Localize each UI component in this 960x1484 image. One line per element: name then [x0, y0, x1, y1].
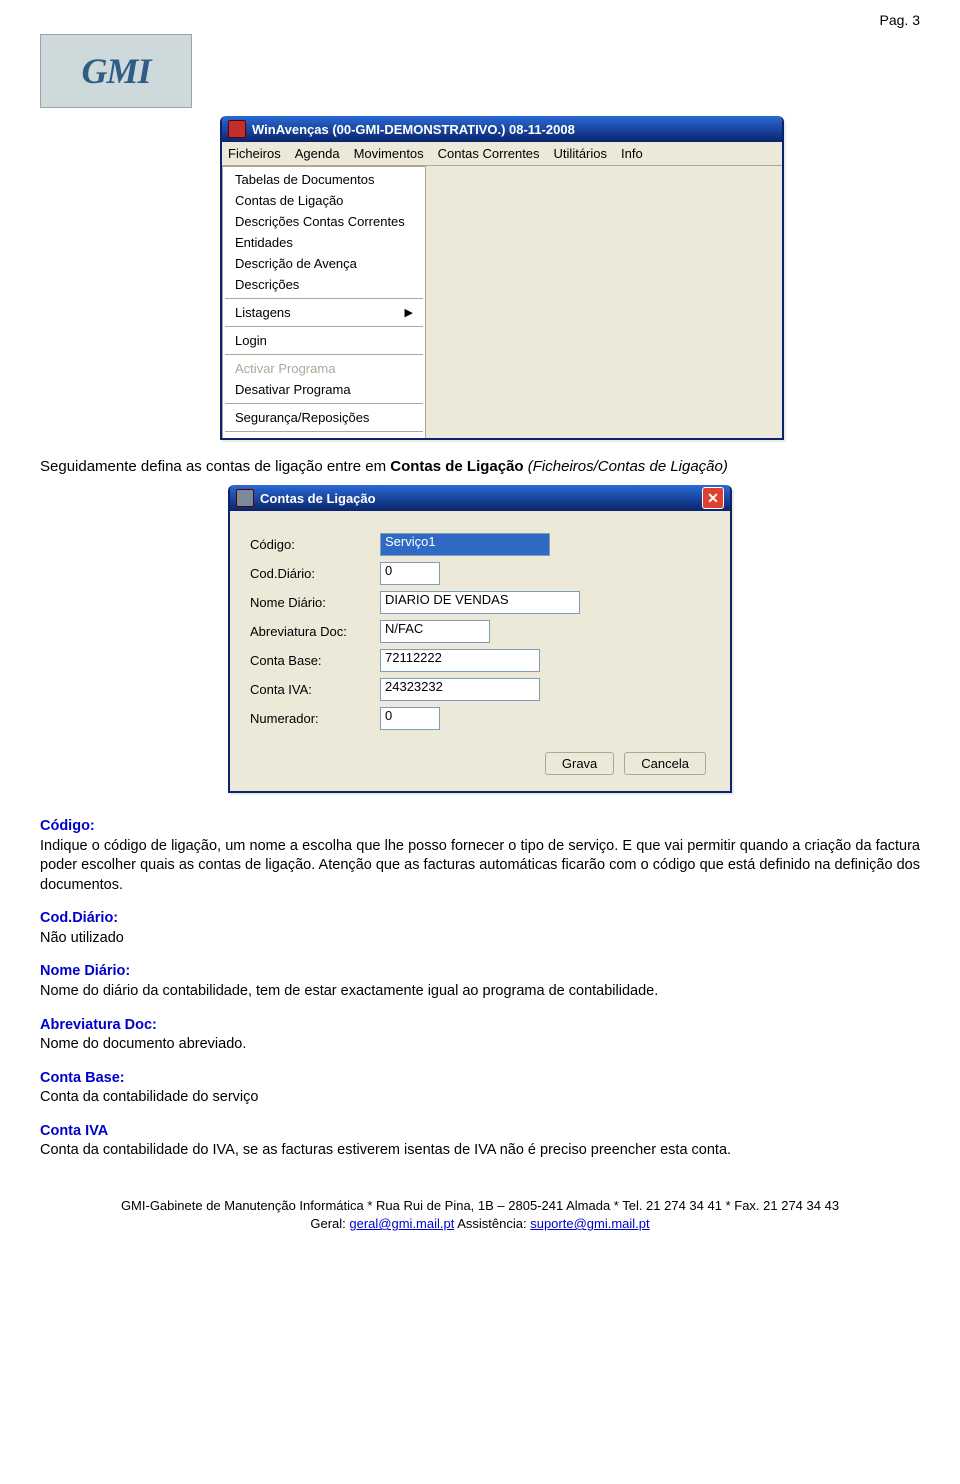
- menu-item-listagens[interactable]: Listagens ▶: [223, 302, 425, 323]
- submenu-arrow-icon: ▶: [405, 306, 413, 319]
- label-nomediario: Nome Diário:: [250, 595, 380, 610]
- dialog-title: Contas de Ligação: [260, 491, 376, 506]
- cancel-button[interactable]: Cancela: [624, 752, 706, 775]
- menu-movimentos[interactable]: Movimentos: [354, 146, 424, 161]
- input-numerador[interactable]: 0: [380, 707, 440, 730]
- menu-item-tabelas[interactable]: Tabelas de Documentos: [223, 169, 425, 190]
- menu-item-desc-contas[interactable]: Descrições Contas Correntes: [223, 211, 425, 232]
- close-icon: ✕: [707, 490, 719, 507]
- close-button[interactable]: ✕: [702, 487, 724, 509]
- desc-title-base: Conta Base:: [40, 1069, 920, 1089]
- desc-body-iva: Conta da contabilidade do IVA, se as fac…: [40, 1141, 920, 1161]
- titlebar-text: WinAvenças (00-GMI-DEMONSTRATIVO.) 08-11…: [252, 122, 575, 137]
- desc-title-nomediario: Nome Diário:: [40, 962, 920, 982]
- desc-title-abrev: Abreviatura Doc:: [40, 1016, 920, 1036]
- app-window: WinAvenças (00-GMI-DEMONSTRATIVO.) 08-11…: [220, 116, 784, 440]
- menu-item-desc-avenca[interactable]: Descrição de Avença: [223, 253, 425, 274]
- menu-utilitarios[interactable]: Utilitários: [554, 146, 607, 161]
- menu-item-sair[interactable]: Sair: [223, 435, 425, 440]
- input-abrev[interactable]: N/FAC: [380, 620, 490, 643]
- desc-title-iva: Conta IVA: [40, 1122, 920, 1142]
- input-coddiario[interactable]: 0: [380, 562, 440, 585]
- label-coddiario: Cod.Diário:: [250, 566, 380, 581]
- footer: GMI-Gabinete de Manutenção Informática *…: [40, 1197, 920, 1233]
- menu-item-seguranca[interactable]: Segurança/Reposições: [223, 407, 425, 428]
- menu-item-login[interactable]: Login: [223, 330, 425, 351]
- desc-body-codigo: Indique o código de ligação, um nome a e…: [40, 837, 920, 896]
- label-base: Conta Base:: [250, 653, 380, 668]
- desc-body-abrev: Nome do documento abreviado.: [40, 1035, 920, 1055]
- dropdown-menu: Tabelas de Documentos Contas de Ligação …: [222, 166, 426, 440]
- save-button[interactable]: Grava: [545, 752, 614, 775]
- footer-geral-link[interactable]: geral@gmi.mail.pt: [349, 1216, 454, 1231]
- app-icon: [228, 120, 246, 138]
- footer-line1: GMI-Gabinete de Manutenção Informática *…: [40, 1197, 920, 1215]
- dialog-icon: [236, 489, 254, 507]
- intro-text: Seguidamente defina as contas de ligação…: [40, 458, 920, 475]
- menu-item-activar: Activar Programa: [223, 358, 425, 379]
- page-number: Pag. 3: [40, 12, 920, 28]
- menu-item-descricoes[interactable]: Descrições: [223, 274, 425, 295]
- menu-agenda[interactable]: Agenda: [295, 146, 340, 161]
- desc-body-base: Conta da contabilidade do serviço: [40, 1088, 920, 1108]
- menu-item-desativar[interactable]: Desativar Programa: [223, 379, 425, 400]
- label-abrev: Abreviatura Doc:: [250, 624, 380, 639]
- input-codigo[interactable]: Serviço1: [380, 533, 550, 556]
- label-numerador: Numerador:: [250, 711, 380, 726]
- desc-title-coddiario: Cod.Diário:: [40, 909, 920, 929]
- footer-assist-link[interactable]: suporte@gmi.mail.pt: [530, 1216, 649, 1231]
- logo: GMI: [40, 34, 192, 108]
- menu-item-contas-ligacao[interactable]: Contas de Ligação: [223, 190, 425, 211]
- label-codigo: Código:: [250, 537, 380, 552]
- footer-geral-label: Geral:: [310, 1216, 349, 1231]
- input-base[interactable]: 72112222: [380, 649, 540, 672]
- menu-ficheiros[interactable]: Ficheiros: [228, 146, 281, 161]
- menubar: Ficheiros Agenda Movimentos Contas Corre…: [222, 142, 782, 166]
- menu-item-entidades[interactable]: Entidades: [223, 232, 425, 253]
- menu-info[interactable]: Info: [621, 146, 643, 161]
- input-iva[interactable]: 24323232: [380, 678, 540, 701]
- dialog-window: Contas de Ligação ✕ Código: Serviço1 Cod…: [228, 485, 732, 793]
- logo-text: GMI: [81, 50, 150, 92]
- menu-contas-correntes[interactable]: Contas Correntes: [438, 146, 540, 161]
- desc-body-nomediario: Nome do diário da contabilidade, tem de …: [40, 982, 920, 1002]
- titlebar: WinAvenças (00-GMI-DEMONSTRATIVO.) 08-11…: [222, 116, 782, 142]
- input-nomediario[interactable]: DIARIO DE VENDAS: [380, 591, 580, 614]
- desc-body-coddiario: Não utilizado: [40, 929, 920, 949]
- desc-title-codigo: Código:: [40, 817, 920, 837]
- label-iva: Conta IVA:: [250, 682, 380, 697]
- footer-assist-label: Assistência:: [454, 1216, 530, 1231]
